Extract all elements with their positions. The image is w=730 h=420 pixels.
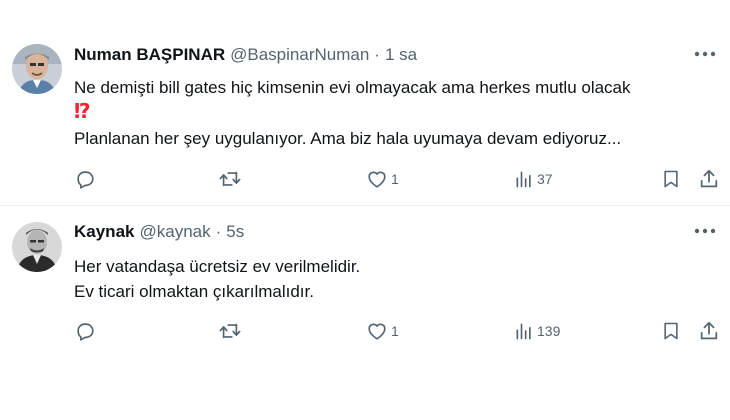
reply-button[interactable] [74,320,96,342]
heart-icon [368,171,386,188]
timestamp[interactable]: 5s [226,222,244,242]
views-button[interactable]: 37 [514,168,553,190]
more-icon[interactable] [694,51,716,65]
avatar[interactable] [12,222,62,272]
more-icon[interactable] [694,228,716,242]
like-count: 1 [391,171,399,187]
tweet-text-line: Her vatandaşa ücretsiz ev verilmelidir. [74,257,361,276]
views-count: 139 [537,323,561,339]
share-button[interactable] [698,320,720,342]
like-button[interactable]: 1 [366,168,399,190]
share-icon [700,169,718,188]
interrobang-emoji: ⁉ [74,101,91,123]
tweet[interactable]: Numan BAŞPINAR @BaspinarNuman · 1 sa Ne … [0,0,730,206]
separator-dot: · [374,45,380,64]
tweet-header: Kaynak @kaynak · 5s [74,222,244,242]
repost-icon [219,171,241,187]
tweet-text-line: Ne demişti bill gates hiç kimsenin evi o… [74,78,631,97]
separator-dot: · [215,222,222,241]
tweet-text-line: Planlanan her şey uygulanıyor. Ama biz h… [74,129,622,148]
tweet-text-line: Ev ticari olmaktan çıkarılmalıdır. [74,282,314,301]
views-icon [516,323,531,340]
avatar-photo [12,222,62,272]
share-icon [700,321,718,340]
handle[interactable]: @BaspinarNuman [230,45,369,65]
views-button[interactable]: 139 [514,320,560,342]
tweet-text: Ne demişti bill gates hiç kimsenin evi o… [74,75,631,151]
views-count: 37 [537,171,553,187]
tweet-actions: 1 139 [74,320,720,344]
like-count: 1 [391,323,399,339]
heart-icon [368,323,386,340]
bookmark-icon [664,170,678,188]
display-name[interactable]: Kaynak [74,222,134,242]
share-button[interactable] [698,168,720,190]
reply-icon [77,323,94,341]
timestamp[interactable]: 1 sa [385,45,417,65]
repost-button[interactable] [218,320,242,342]
bookmark-icon [664,322,678,340]
avatar-photo [12,44,62,94]
bookmark-button[interactable] [661,168,681,190]
tweet-header: Numan BAŞPINAR @BaspinarNuman · 1 sa [74,45,417,65]
display-name[interactable]: Numan BAŞPINAR [74,45,225,65]
views-icon [516,171,531,188]
tweet-actions: 1 37 [74,168,720,192]
avatar[interactable] [12,44,62,94]
repost-icon [219,323,241,339]
reply-icon [77,171,94,189]
tweet-text: Her vatandaşa ücretsiz ev verilmelidir. … [74,254,360,304]
handle[interactable]: @kaynak [139,222,210,242]
tweet[interactable]: Kaynak @kaynak · 5s Her vatandaşa ücrets… [0,206,730,420]
reply-button[interactable] [74,168,96,190]
repost-button[interactable] [218,168,242,190]
like-button[interactable]: 1 [366,320,399,342]
bookmark-button[interactable] [661,320,681,342]
